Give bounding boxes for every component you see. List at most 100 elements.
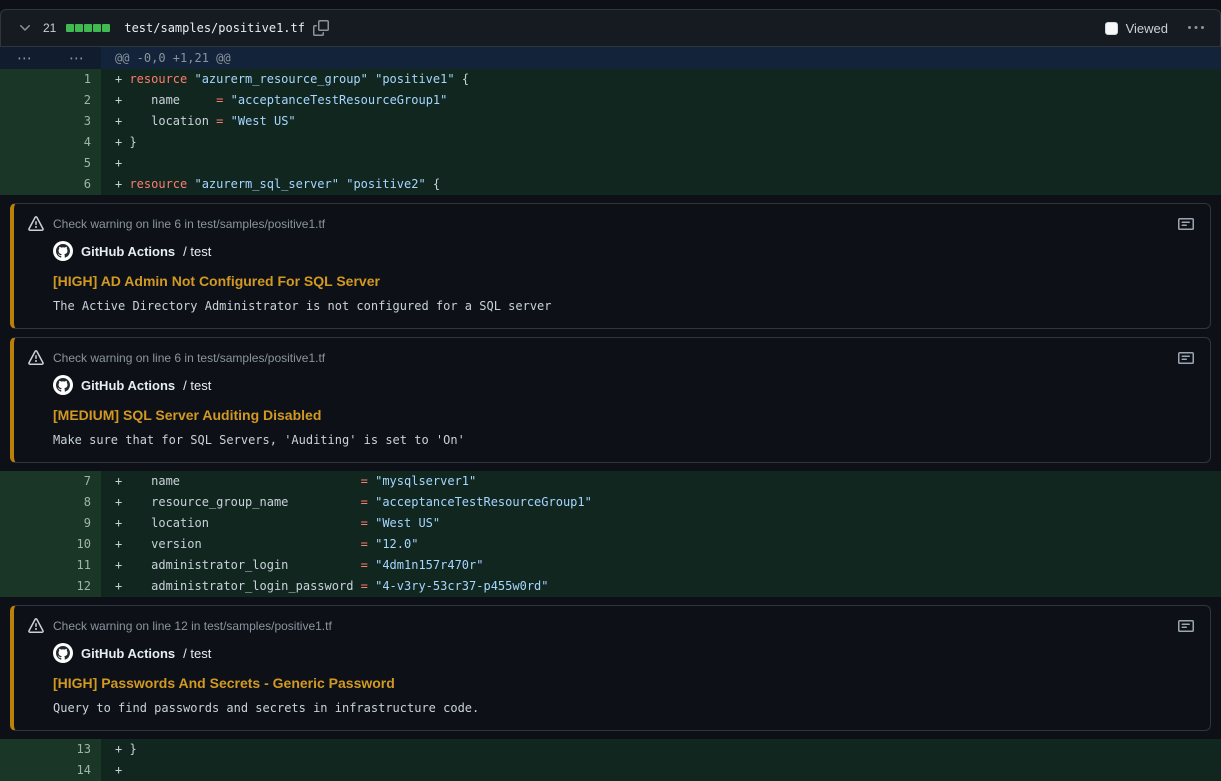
diff-line-added: 5+ xyxy=(0,153,1221,174)
annotation-note-button[interactable] xyxy=(1178,350,1194,366)
code-line: + location = "West US" xyxy=(101,111,1221,132)
file-header: 21 test/samples/positive1.tf Viewed xyxy=(0,9,1221,47)
note-icon xyxy=(1178,350,1194,366)
code-token: + xyxy=(115,72,129,86)
code-token: "West US" xyxy=(231,114,296,128)
code-token: "4-v3ry-53cr37-p455w0rd" xyxy=(375,579,548,593)
code-token: "azurerm_sql_server" xyxy=(194,177,339,191)
line-number[interactable]: 3 xyxy=(0,111,101,132)
file-options-button[interactable] xyxy=(1188,20,1204,36)
hunk-header-row: ⋯ ⋯ @@ -0,0 +1,21 @@ xyxy=(0,47,1221,69)
check-suite-name[interactable]: GitHub Actions xyxy=(81,244,175,259)
line-number[interactable]: 7 xyxy=(0,471,101,492)
check-source: GitHub Actions / test xyxy=(53,643,1194,663)
diff-line-added: 11+ administrator_login = "4dm1n157r470r… xyxy=(0,555,1221,576)
code-token: + } xyxy=(115,135,137,149)
annotation-note-button[interactable] xyxy=(1178,216,1194,232)
code-token: "West US" xyxy=(375,516,440,530)
code-token xyxy=(223,114,230,128)
diffstat-square xyxy=(75,24,83,32)
code-token: = xyxy=(361,495,368,509)
github-actions-avatar xyxy=(53,375,73,395)
line-number[interactable]: 6 xyxy=(0,174,101,195)
code-token: + location xyxy=(115,114,216,128)
check-source: GitHub Actions / test xyxy=(53,375,1194,395)
github-mark-icon xyxy=(56,244,70,258)
diff-line-added: 9+ location = "West US" xyxy=(0,513,1221,534)
warning-triangle-icon xyxy=(28,350,44,366)
collapse-file-button[interactable] xyxy=(17,20,33,36)
viewed-label: Viewed xyxy=(1126,21,1168,36)
code-line: + resource "azurerm_resource_group" "pos… xyxy=(101,69,1221,90)
hunk-gutter: ⋯ ⋯ xyxy=(0,47,101,69)
diff-line-added: 2+ name = "acceptanceTestResourceGroup1" xyxy=(0,90,1221,111)
code-token: + location xyxy=(115,516,361,530)
hunk-header-text: @@ -0,0 +1,21 @@ xyxy=(101,47,1221,69)
diff-line-added: 7+ name = "mysqlserver1" xyxy=(0,471,1221,492)
expand-hunk-up-button[interactable]: ⋯ xyxy=(17,51,32,66)
line-number[interactable]: 4 xyxy=(0,132,101,153)
code-token: + administrator_login_password xyxy=(115,579,361,593)
file-path[interactable]: test/samples/positive1.tf xyxy=(124,21,305,35)
code-line: + resource_group_name = "acceptanceTestR… xyxy=(101,492,1221,513)
check-suite-name[interactable]: GitHub Actions xyxy=(81,646,175,661)
code-token: "acceptanceTestResourceGroup1" xyxy=(375,495,592,509)
code-token: + resource_group_name xyxy=(115,495,361,509)
annotation-context: Check warning on line 6 in test/samples/… xyxy=(53,351,325,365)
github-mark-icon xyxy=(56,378,70,392)
code-line: + xyxy=(101,760,1221,781)
code-token: "acceptanceTestResourceGroup1" xyxy=(231,93,448,107)
line-number[interactable]: 9 xyxy=(0,513,101,534)
code-line: + resource "azurerm_sql_server" "positiv… xyxy=(101,174,1221,195)
check-run-name[interactable]: / test xyxy=(183,646,211,661)
check-run-name[interactable]: / test xyxy=(183,378,211,393)
diff-line-added: 12+ administrator_login_password = "4-v3… xyxy=(0,576,1221,597)
check-annotation: Check warning on line 6 in test/samples/… xyxy=(10,337,1211,463)
code-token: "azurerm_resource_group" xyxy=(194,72,367,86)
annotation-header: Check warning on line 12 in test/samples… xyxy=(28,618,1194,634)
code-token: = xyxy=(361,537,368,551)
viewed-toggle[interactable]: Viewed xyxy=(1105,21,1168,36)
note-icon xyxy=(1178,216,1194,232)
copy-icon xyxy=(313,20,329,36)
diff-line-added: 14 + xyxy=(0,760,1221,781)
line-number[interactable]: 8 xyxy=(0,492,101,513)
check-annotation: Check warning on line 12 in test/samples… xyxy=(10,605,1211,731)
code-token: resource xyxy=(129,72,187,86)
line-number[interactable]: 13 xyxy=(0,739,101,760)
copy-path-button[interactable] xyxy=(313,20,329,36)
code-token: + name xyxy=(115,474,361,488)
code-token: "12.0" xyxy=(375,537,418,551)
expand-hunk-down-button[interactable]: ⋯ xyxy=(69,51,84,66)
code-token: "positive1" xyxy=(375,72,454,86)
diff-code-section: 13 + } 14 + xyxy=(0,739,1221,781)
code-token xyxy=(223,93,230,107)
file-header-actions: Viewed xyxy=(1105,20,1204,36)
github-mark-icon xyxy=(56,646,70,660)
check-suite-name[interactable]: GitHub Actions xyxy=(81,378,175,393)
code-token: + } xyxy=(115,742,137,756)
diffstat-square xyxy=(84,24,92,32)
diff-line-added: 8+ resource_group_name = "acceptanceTest… xyxy=(0,492,1221,513)
code-token: + xyxy=(115,763,122,777)
warning-triangle-icon xyxy=(28,216,44,232)
code-line: + name = "mysqlserver1" xyxy=(101,471,1221,492)
line-number[interactable]: 10 xyxy=(0,534,101,555)
note-icon xyxy=(1178,618,1194,634)
line-number[interactable]: 12 xyxy=(0,576,101,597)
line-number[interactable]: 2 xyxy=(0,90,101,111)
diff-line-added: 1+ resource "azurerm_resource_group" "po… xyxy=(0,69,1221,90)
code-token: + name xyxy=(115,93,216,107)
annotation-note-button[interactable] xyxy=(1178,618,1194,634)
annotation-title: [HIGH] AD Admin Not Configured For SQL S… xyxy=(53,272,1194,290)
github-actions-avatar xyxy=(53,643,73,663)
code-line: + version = "12.0" xyxy=(101,534,1221,555)
check-run-name[interactable]: / test xyxy=(183,244,211,259)
viewed-checkbox[interactable] xyxy=(1105,22,1118,35)
line-number[interactable]: 11 xyxy=(0,555,101,576)
line-number[interactable]: 5 xyxy=(0,153,101,174)
annotation-context: Check warning on line 6 in test/samples/… xyxy=(53,217,325,231)
line-number[interactable]: 1 xyxy=(0,69,101,90)
annotation-header: Check warning on line 6 in test/samples/… xyxy=(28,350,1194,366)
line-number[interactable]: 14 xyxy=(0,760,101,781)
